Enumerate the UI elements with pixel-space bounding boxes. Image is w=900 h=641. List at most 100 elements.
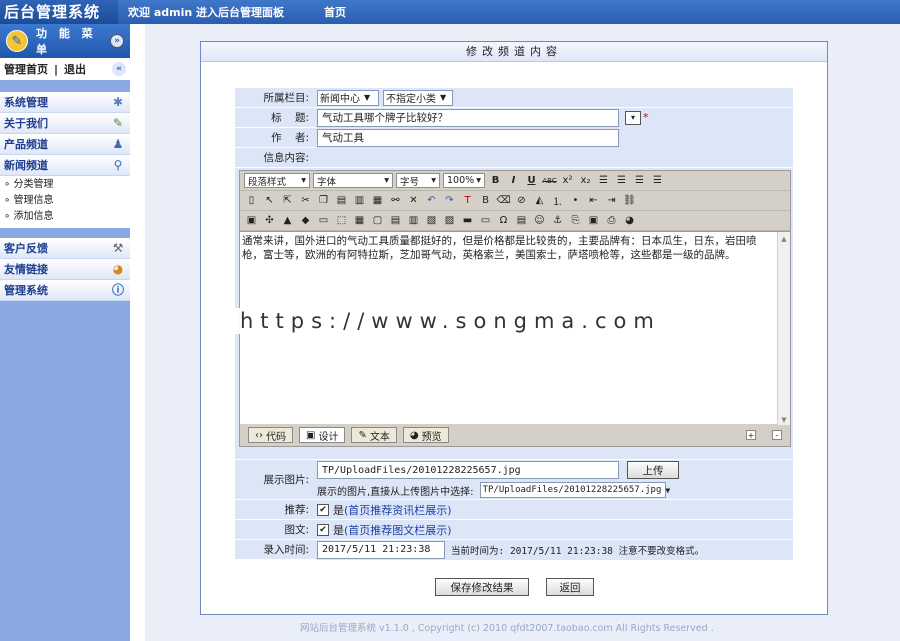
manage-home-link[interactable]: 管理首页 <box>4 61 48 77</box>
delete-icon[interactable]: ✕ <box>406 193 421 208</box>
anchor-icon[interactable]: ⚓ <box>550 213 565 228</box>
merge-cells-icon[interactable]: ▧ <box>424 213 439 228</box>
emotion-icon[interactable]: ☺ <box>532 213 547 228</box>
upload-button[interactable]: 上传 <box>627 461 679 479</box>
mode-code-tab[interactable]: ‹› 代码 <box>248 427 293 443</box>
gears-icon: ✱ <box>112 95 124 109</box>
sidebar-item-feedback[interactable]: 客户反馈 ⚒ <box>0 238 130 259</box>
find-icon[interactable]: ⚯ <box>388 193 403 208</box>
expand-icon[interactable]: + <box>746 430 756 440</box>
users-icon: ♟ <box>112 137 124 151</box>
image-icon[interactable]: ▣ <box>244 213 259 228</box>
sidebar-item-links[interactable]: 友情链接 ◕ <box>0 259 130 280</box>
indent-icon[interactable]: ⇥ <box>604 193 619 208</box>
bold-icon[interactable]: B <box>488 173 503 188</box>
design-icon: ▣ <box>306 429 316 441</box>
link-icon[interactable]: ⛓ <box>622 193 637 208</box>
category-select[interactable]: 新闻中心 ▼ <box>317 89 379 106</box>
submenu-add-info[interactable]: ∘ 添加信息 <box>4 209 130 225</box>
grid-icon[interactable]: ▦ <box>352 213 367 228</box>
mode-text-tab[interactable]: ✎ 文本 <box>351 427 397 443</box>
back-button[interactable]: 返回 <box>546 578 594 596</box>
recommend-yes: 是 <box>333 503 344 517</box>
title-input[interactable]: 气动工具哪个牌子比较好？ <box>317 108 619 127</box>
home-link[interactable]: 首页 <box>324 4 346 20</box>
subscript-icon[interactable]: x₂ <box>578 173 593 188</box>
underline-icon[interactable]: U <box>524 173 539 188</box>
cut-icon[interactable]: ✂ <box>298 193 313 208</box>
split-cells-icon[interactable]: ▨ <box>442 213 457 228</box>
sidebar-item-admin[interactable]: 管理系统 ⓘ <box>0 280 130 301</box>
insert-row-icon[interactable]: ▤ <box>388 213 403 228</box>
subcategory-select[interactable]: 不指定小类 ▼ <box>383 89 453 106</box>
footer-copyright: 网站后台管理系统 v1.1.0 , Copyright (c) 2010 qfd… <box>300 623 714 634</box>
paste-text-icon[interactable]: ▥ <box>352 193 367 208</box>
shrink-icon[interactable]: - <box>772 430 782 440</box>
paste-icon[interactable]: ▤ <box>334 193 349 208</box>
sidebar-collapse-icon[interactable]: ◂◂ <box>134 388 143 398</box>
strikethrough-icon[interactable]: ABC <box>542 173 557 188</box>
sidebar-item-about[interactable]: 关于我们 ✎ <box>0 113 130 134</box>
choose-image-select[interactable]: TP/UploadFiles/20101228225657.jpg ▼ <box>479 482 670 498</box>
media-icon[interactable]: ▲ <box>280 213 295 228</box>
new-doc-icon[interactable]: ▯ <box>244 193 259 208</box>
eraser-icon[interactable]: ⌫ <box>496 193 511 208</box>
outdent-icon[interactable]: ⇤ <box>586 193 601 208</box>
justify-icon[interactable]: ☰ <box>650 173 665 188</box>
editor-scrollbar[interactable]: ▲ ▼ <box>777 232 790 425</box>
editor-toolbar-2: ▯ ↖ ⇱ ✂ ❐ ▤ ▥ ▦ ⚯ ✕ ↶ ↷ T B ⌫ ⊘ ◭ ⒈ • ⇤ <box>240 191 790 211</box>
help-icon[interactable]: ◕ <box>622 213 637 228</box>
sidebar-item-products[interactable]: 产品频道 ♟ <box>0 134 130 155</box>
flash-icon[interactable]: ✣ <box>262 213 277 228</box>
author-input[interactable]: 气动工具 <box>317 128 619 147</box>
submenu-category-manage[interactable]: ∘ 分类管理 <box>4 177 130 193</box>
select-icon[interactable]: ↖ <box>262 193 277 208</box>
collapse-quick-icon[interactable]: « <box>112 62 126 76</box>
print-icon[interactable]: ⎙ <box>604 213 619 228</box>
symbol-icon[interactable]: Ω <box>496 213 511 228</box>
frame-icon[interactable]: ⬚ <box>334 213 349 228</box>
save-button[interactable]: 保存修改结果 <box>435 578 529 596</box>
time-input[interactable]: 2017/5/11 21:23:38 <box>317 540 445 559</box>
marquee-icon[interactable]: ▭ <box>478 213 493 228</box>
align-left-icon[interactable]: ☰ <box>596 173 611 188</box>
fill-icon[interactable]: ◭ <box>532 193 547 208</box>
remove-format-icon[interactable]: ⊘ <box>514 193 529 208</box>
ordered-list-icon[interactable]: ⒈ <box>550 193 565 208</box>
preview-icon[interactable]: ▣ <box>586 213 601 228</box>
align-right-icon[interactable]: ☰ <box>632 173 647 188</box>
align-center-icon[interactable]: ☰ <box>614 173 629 188</box>
italic-icon[interactable]: I <box>506 173 521 188</box>
pagebreak-icon[interactable]: ⎘ <box>568 213 583 228</box>
text-color-icon[interactable]: T <box>460 193 475 208</box>
menu-toggle-icon[interactable]: » <box>110 34 124 48</box>
superscript-icon[interactable]: x² <box>560 173 575 188</box>
redo-icon[interactable]: ↷ <box>442 193 457 208</box>
sidebar-item-news[interactable]: 新闻频道 ⚲ <box>0 155 130 176</box>
font-dropdown[interactable]: 字体 ▾ <box>313 173 393 188</box>
copy-icon[interactable]: ❐ <box>316 193 331 208</box>
sidebar-item-system[interactable]: 系统管理 ✱ <box>0 92 130 113</box>
font-size-dropdown[interactable]: 字号 ▾ <box>396 173 440 188</box>
imagetext-checkbox[interactable]: ✔ <box>317 523 329 536</box>
color-picker-icon[interactable]: ▾ <box>625 110 641 125</box>
paste-word-icon[interactable]: ▦ <box>370 193 385 208</box>
paragraph-style-dropdown[interactable]: 段落样式 ▾ <box>244 173 310 188</box>
insert-col-icon[interactable]: ▥ <box>406 213 421 228</box>
recommend-checkbox[interactable]: ✔ <box>317 503 329 516</box>
absolute-pos-icon[interactable]: ⇱ <box>280 193 295 208</box>
date-icon[interactable]: ▤ <box>514 213 529 228</box>
cell-icon[interactable]: ▢ <box>370 213 385 228</box>
hr-icon[interactable]: ▬ <box>460 213 475 228</box>
mode-design-tab[interactable]: ▣ 设计 <box>299 427 346 443</box>
zoom-dropdown[interactable]: 100% ▾ <box>443 173 485 188</box>
bg-color-icon[interactable]: B <box>478 193 493 208</box>
file-icon[interactable]: ◆ <box>298 213 313 228</box>
mode-preview-tab[interactable]: ◕ 预览 <box>402 427 449 443</box>
table-icon[interactable]: ▭ <box>316 213 331 228</box>
logout-link[interactable]: 退出 <box>64 61 86 77</box>
undo-icon[interactable]: ↶ <box>424 193 439 208</box>
submenu-manage-info[interactable]: ∘ 管理信息 <box>4 193 130 209</box>
unordered-list-icon[interactable]: • <box>568 193 583 208</box>
image-path-input[interactable]: TP/UploadFiles/20101228225657.jpg <box>317 461 619 479</box>
